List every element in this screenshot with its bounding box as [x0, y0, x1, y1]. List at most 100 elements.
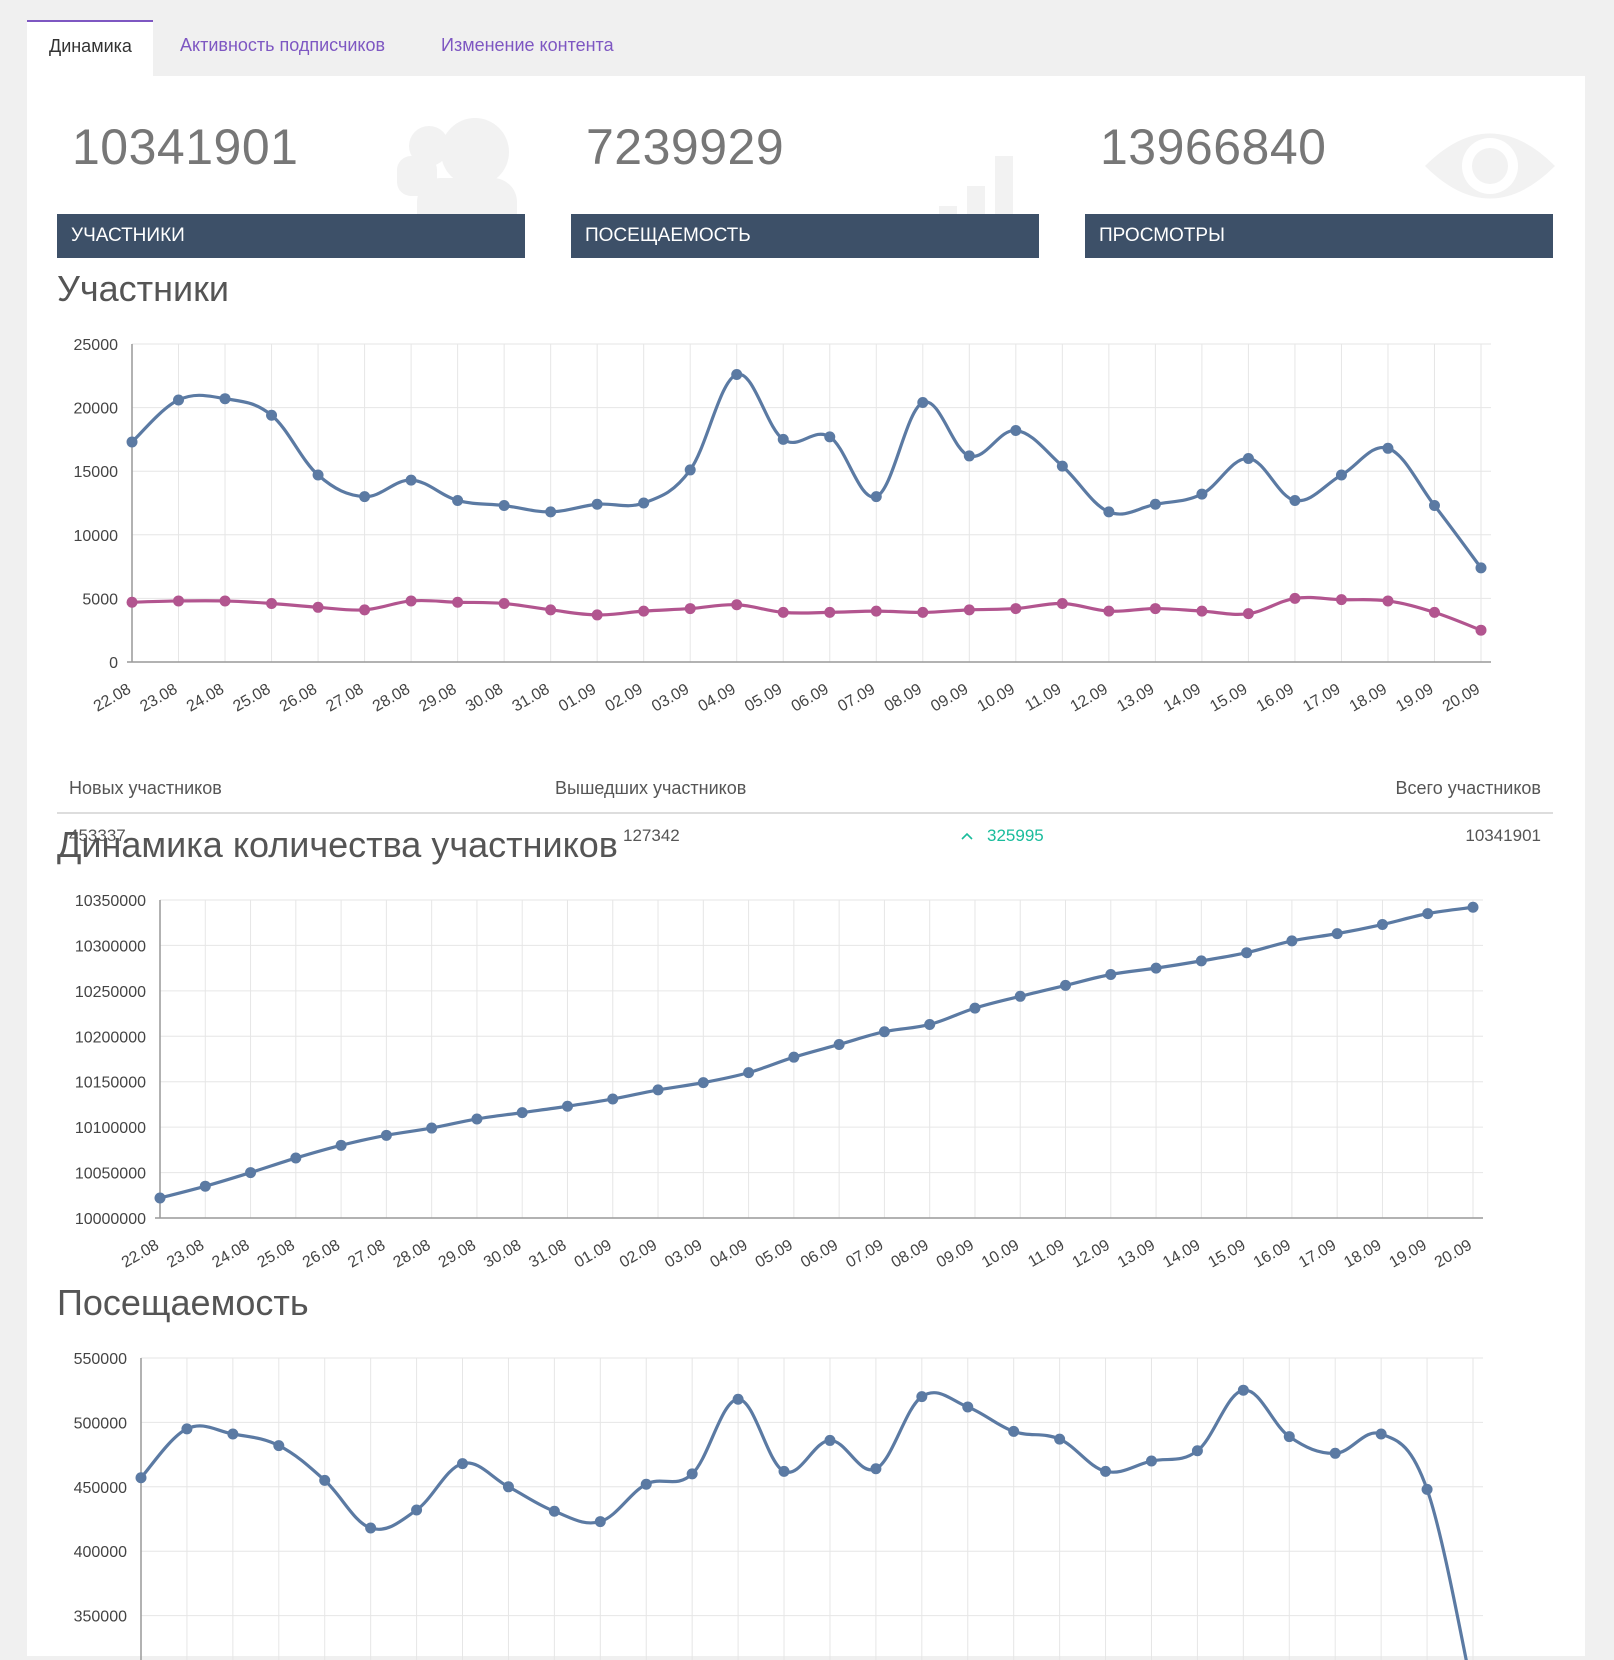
data-point [1375, 1428, 1387, 1440]
x-tick-label: 18.09 [1347, 681, 1390, 716]
growth-value: 325995 [961, 826, 1044, 846]
data-point [1105, 969, 1117, 981]
data-point [1422, 908, 1434, 920]
x-tick-label: 13.09 [1115, 1237, 1158, 1272]
tab-subscriber-activity[interactable]: Активность подписчиков [180, 20, 385, 76]
data-point [1056, 597, 1068, 609]
y-tick-label: 0 [109, 655, 118, 672]
members-dynamics-chart: 10000000 10050000 10100000 10150000 10200000… [75, 893, 1483, 1272]
data-point [1331, 928, 1343, 940]
x-tick-label: 20.09 [1440, 681, 1483, 716]
x-tick-label: 23.08 [164, 1237, 207, 1272]
x-tick-label: 15.09 [1207, 681, 1250, 716]
y-tick-label: 450000 [74, 1480, 127, 1497]
data-point [686, 1468, 698, 1480]
data-point [359, 491, 371, 503]
data-point [411, 1504, 423, 1516]
data-point [359, 604, 371, 616]
data-point [312, 601, 324, 613]
x-tick-label: 24.08 [184, 681, 227, 716]
x-tick-label: 29.08 [416, 681, 459, 716]
data-point [1196, 488, 1208, 500]
x-tick-label: 31.08 [526, 1237, 569, 1272]
data-point [290, 1152, 302, 1164]
x-tick-label: 30.08 [463, 681, 506, 716]
data-point [1467, 901, 1479, 913]
data-point [1289, 494, 1301, 506]
members-chart: 0 5000 10000 15000 20000 25000 22.08 23.08 24.08… [74, 337, 1491, 716]
x-tick-label: 05.09 [742, 681, 785, 716]
data-point [154, 1192, 166, 1204]
data-point [1335, 469, 1347, 481]
x-tick-label: 25.08 [255, 1237, 298, 1272]
data-point [1060, 979, 1072, 991]
x-tick-label: 03.09 [649, 681, 692, 716]
data-point [1428, 606, 1440, 618]
x-tick-label: 20.09 [1432, 1237, 1475, 1272]
y-tick-label: 10000 [74, 528, 119, 545]
y-tick-label: 350000 [74, 1609, 127, 1626]
attendance-stat-button[interactable]: ПОСЕЩАЕМОСТЬ [571, 214, 1039, 258]
data-point [516, 1107, 528, 1119]
data-point [1103, 605, 1115, 617]
data-point [266, 409, 278, 421]
members-dynamics-title: Динамика количества участников [57, 824, 618, 865]
data-point [452, 596, 464, 608]
data-point [1237, 1384, 1249, 1396]
data-point [878, 1026, 890, 1038]
data-point [870, 605, 882, 617]
members-stat-button[interactable]: УЧАСТНИКИ [57, 214, 525, 258]
data-point [917, 606, 929, 618]
y-tick-label: 10200000 [75, 1029, 146, 1046]
data-point [607, 1093, 619, 1105]
data-point [638, 497, 650, 509]
x-tick-label: 23.08 [137, 681, 180, 716]
x-tick-label: 10.09 [979, 1237, 1022, 1272]
data-point [173, 595, 185, 607]
data-point [824, 606, 836, 618]
data-point [1145, 1455, 1157, 1467]
x-tick-label: 16.09 [1254, 681, 1297, 716]
y-tick-label: 10350000 [75, 893, 146, 910]
total-members-value: 10341901 [1465, 826, 1541, 845]
data-point [1149, 498, 1161, 510]
data-point [684, 603, 696, 615]
data-point [1100, 1465, 1112, 1477]
x-tick-label: 02.09 [603, 681, 646, 716]
data-point [426, 1122, 438, 1134]
x-tick-label: 24.08 [209, 1237, 252, 1272]
data-point [777, 433, 789, 445]
y-tick-label: 550000 [74, 1351, 127, 1368]
data-point [962, 1401, 974, 1413]
data-point [502, 1481, 514, 1493]
x-tick-label: 01.09 [572, 1237, 615, 1272]
x-tick-label: 31.08 [509, 681, 552, 716]
data-point [126, 436, 138, 448]
tab-dynamics[interactable]: Динамика [27, 20, 153, 76]
data-point [594, 1516, 606, 1528]
x-tick-label: 27.08 [345, 1237, 388, 1272]
data-point [591, 609, 603, 621]
data-point [1196, 605, 1208, 617]
x-tick-label: 13.09 [1114, 681, 1157, 716]
data-point [1289, 592, 1301, 604]
data-point [824, 431, 836, 443]
y-tick-label: 20000 [74, 401, 119, 418]
data-point [319, 1474, 331, 1486]
caret-up-icon [961, 832, 973, 840]
data-point [638, 605, 650, 617]
x-tick-label: 27.08 [323, 681, 366, 716]
data-point [126, 596, 138, 608]
x-tick-label: 26.08 [277, 681, 320, 716]
attendance-chart: 350000 400000 450000 500000 550000 [74, 1351, 1483, 1660]
x-tick-label: 16.09 [1251, 1237, 1294, 1272]
data-point [684, 464, 696, 476]
x-tick-label: 26.08 [300, 1237, 343, 1272]
y-tick-label: 10300000 [75, 938, 146, 955]
tab-content-change[interactable]: Изменение контента [441, 20, 614, 76]
views-stat-button[interactable]: ПРОСМОТРЫ [1085, 214, 1553, 258]
x-tick-label: 04.09 [707, 1237, 750, 1272]
x-tick-label: 01.09 [556, 681, 599, 716]
x-tick-label: 07.09 [835, 681, 878, 716]
x-tick-label: 08.09 [889, 1237, 932, 1272]
